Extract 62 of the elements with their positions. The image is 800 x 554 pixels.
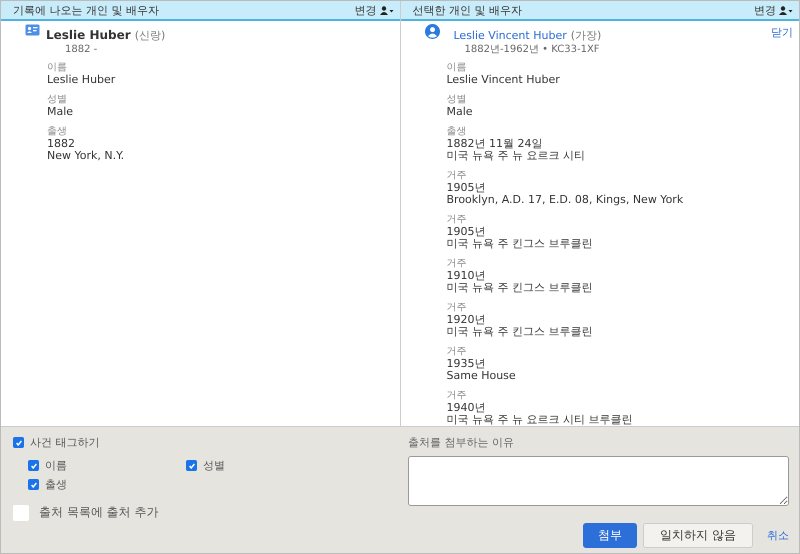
person-name[interactable]: Leslie Vincent Huber — [454, 29, 567, 42]
panel-title: 기록에 나오는 개인 및 배우자 — [13, 2, 159, 18]
attach-button[interactable]: 첨부 — [583, 523, 638, 548]
fact-value: Same House — [446, 370, 517, 382]
change-button[interactable]: 변경 — [354, 2, 394, 18]
cancel-link[interactable]: 취소 — [767, 528, 789, 543]
checkbox-label: 이름 — [45, 458, 67, 473]
fact-value: Leslie Huber — [47, 74, 116, 86]
checkbox-label: 출처 목록에 출처 추가 — [39, 504, 158, 521]
checkbox[interactable] — [13, 437, 24, 448]
fact-value: 1882 — [47, 138, 76, 150]
panel-title: 선택한 개인 및 배우자 — [412, 2, 522, 18]
person-role: (신랑) — [134, 29, 166, 42]
fact-value: 미국 뉴욕 주 킨그스 브루클린 — [446, 282, 594, 294]
person-caret-icon — [779, 6, 793, 14]
fact-label: 이름 — [47, 62, 68, 74]
fact-label: 거주 — [446, 390, 468, 402]
close-link[interactable]: 닫기 — [771, 25, 793, 40]
fact-value: 미국 뉴욕 주 뉴 요르크 시티 브루클린 — [446, 414, 634, 426]
fact-value: Brooklyn, A.D. 17, E.D. 08, Kings, New York — [446, 194, 684, 206]
person-icon — [424, 24, 440, 39]
person-caret-icon — [380, 6, 394, 14]
checkbox-label: 출생 — [45, 477, 67, 492]
checkbox[interactable] — [186, 460, 197, 471]
fact-label: 출생 — [47, 126, 68, 138]
fact-value: 1905년 — [446, 226, 486, 238]
person-dates: 1882 - — [65, 44, 98, 56]
fact-label: 거주 — [446, 214, 468, 226]
fact-label: 성별 — [446, 94, 468, 106]
fact-value: 1905년 — [446, 182, 486, 194]
fact-value: 1940년 — [446, 402, 486, 414]
fact-label: 거주 — [446, 258, 468, 270]
fact-label: 거주 — [446, 302, 468, 314]
fact-value: 1910년 — [446, 270, 486, 282]
fact-value: Leslie Vincent Huber — [446, 74, 561, 86]
fact-label: 출생 — [446, 126, 468, 138]
fact-label: 성별 — [47, 94, 68, 106]
not-match-button[interactable]: 일치하지 않음 — [643, 523, 753, 548]
person-role: (가장) — [570, 29, 602, 42]
person-dates: 1882년-1962년 • KC33-1XF — [464, 44, 601, 56]
checkbox[interactable] — [28, 460, 39, 471]
fact-label: 이름 — [446, 62, 468, 74]
person-name: Leslie Huber — [46, 28, 131, 42]
fact-value: Male — [446, 106, 474, 118]
reason-field[interactable] — [408, 456, 789, 506]
fact-value: 1882년 11월 24일 — [446, 138, 544, 150]
fact-value: New York, N.Y. — [47, 150, 126, 162]
checkbox-label: 사건 태그하기 — [30, 435, 100, 450]
fact-label: 거주 — [446, 170, 468, 182]
fact-label: 거주 — [446, 346, 468, 358]
field-label: 출처를 첨부하는 이유 — [408, 435, 515, 450]
fact-value: 미국 뉴욕 주 킨그스 브루클린 — [446, 326, 594, 338]
fact-value: 1935년 — [446, 358, 486, 370]
change-button[interactable]: 변경 — [754, 2, 793, 18]
fact-value: 미국 뉴욕 주 뉴 요르크 시티 — [446, 150, 586, 162]
checkbox[interactable] — [13, 504, 29, 520]
fact-value: 미국 뉴욕 주 킨그스 브루클린 — [446, 238, 594, 250]
checkbox[interactable] — [28, 479, 39, 490]
fact-value: 1920년 — [446, 314, 486, 326]
id-card-icon — [25, 24, 40, 36]
checkbox-label: 성별 — [203, 458, 225, 473]
fact-value: Male — [47, 106, 74, 118]
